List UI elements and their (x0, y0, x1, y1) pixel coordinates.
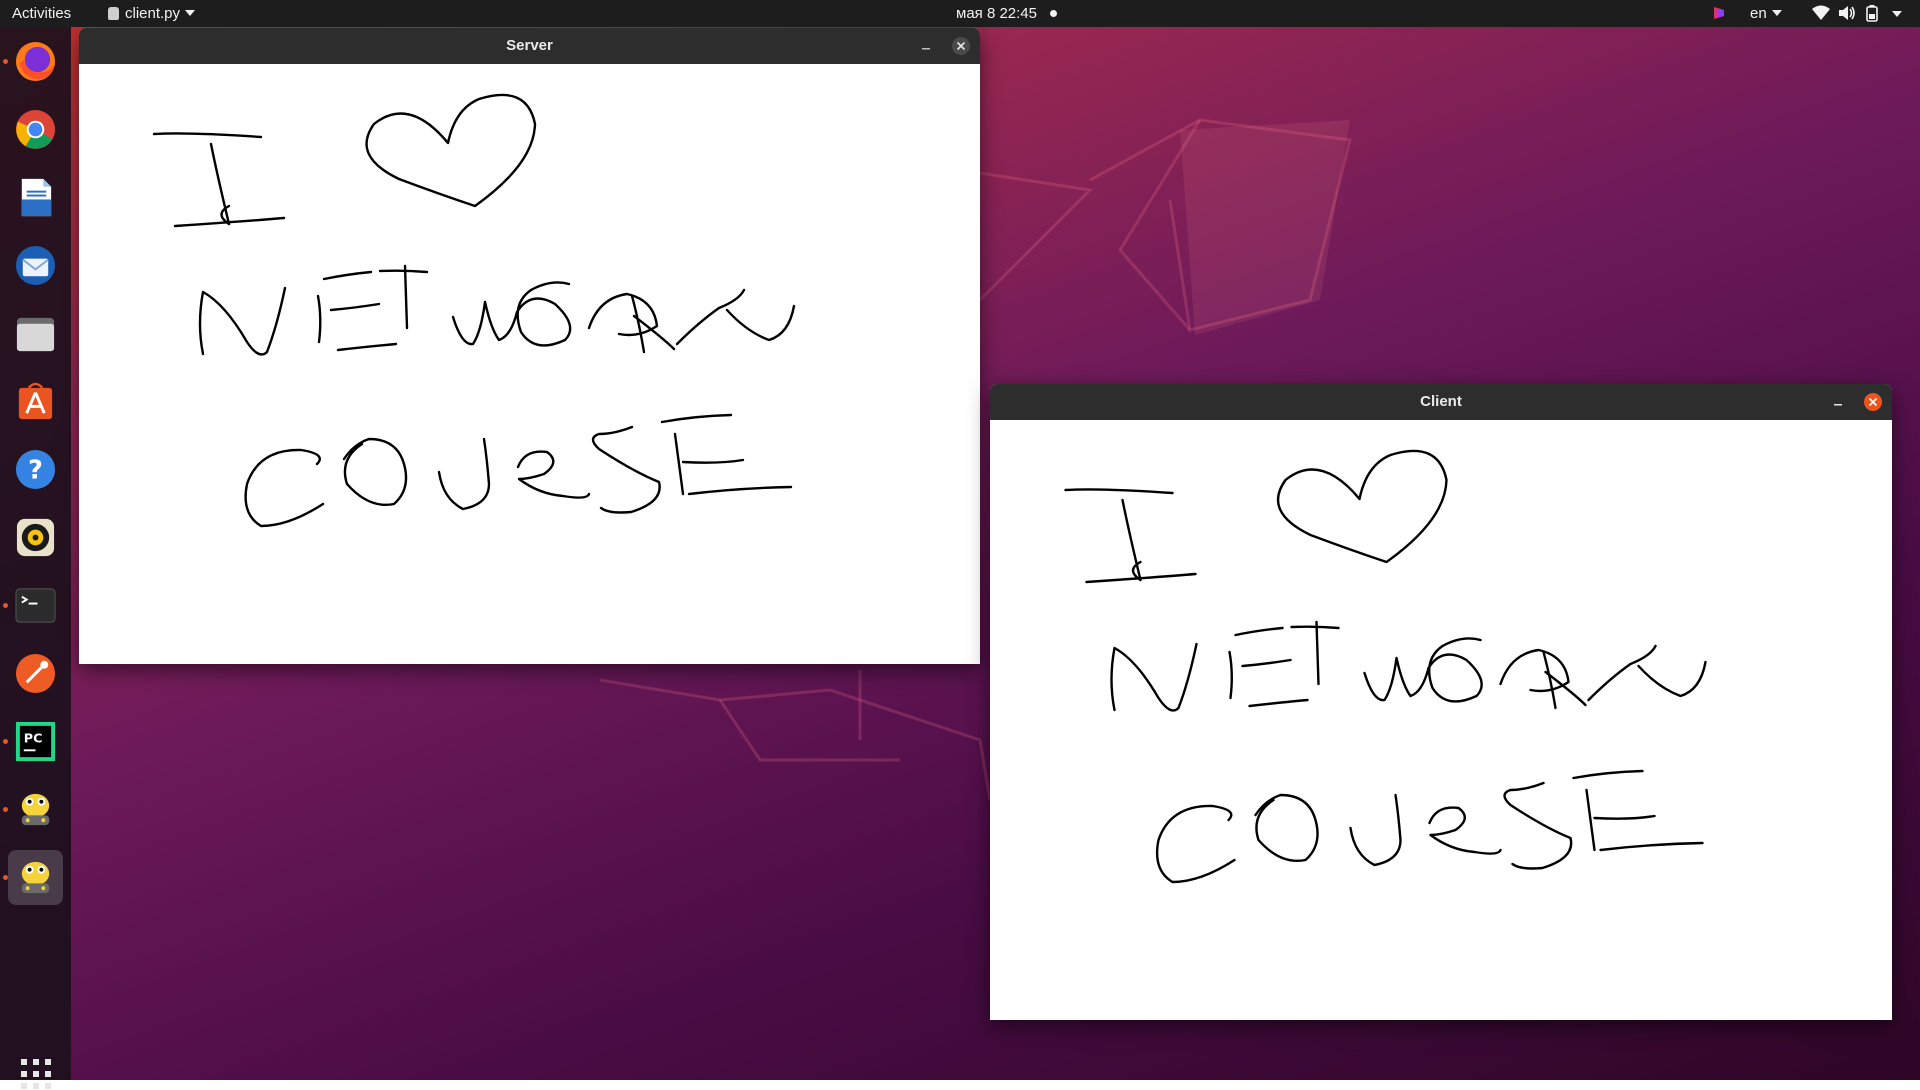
app-menu-icon (108, 7, 119, 20)
dock-item-pygame-active[interactable] (3, 850, 63, 905)
running-indicator (3, 807, 8, 812)
handwriting-drawing (152, 93, 796, 528)
dock-item-thunderbird[interactable] (8, 238, 63, 293)
dock-item-files[interactable] (8, 306, 63, 361)
server-titlebar[interactable]: Server (79, 28, 980, 65)
folder-icon (16, 317, 55, 352)
dock-item-firefox[interactable] (3, 34, 63, 89)
firefox-icon (15, 41, 56, 82)
activities-button[interactable]: Activities (12, 0, 71, 27)
dock-item-writer[interactable] (8, 170, 63, 225)
dock-item-rhythmbox[interactable] (8, 510, 63, 565)
terminal-icon (15, 588, 56, 623)
postman-icon (15, 653, 56, 694)
help-icon: ? (15, 449, 56, 490)
running-indicator (3, 59, 8, 64)
client-window[interactable]: Client (990, 384, 1892, 1020)
running-indicator (3, 603, 8, 608)
show-applications-grid-icon[interactable] (20, 1058, 52, 1090)
volume-icon (1839, 6, 1855, 20)
running-indicator (3, 739, 8, 744)
chrome-icon (15, 109, 56, 150)
dock-item-software[interactable] (8, 374, 63, 429)
rhythmbox-icon (16, 518, 55, 557)
ubuntu-software-icon (18, 382, 53, 420)
libreoffice-writer-icon (21, 178, 52, 217)
top-panel: Activities client.py мая 8 22:45 en (0, 0, 1920, 27)
dock-item-pygame[interactable] (3, 782, 63, 837)
svg-text:PC: PC (24, 730, 43, 745)
battery-icon (1866, 5, 1878, 22)
wifi-icon (1812, 5, 1830, 20)
dock-item-postman[interactable] (8, 646, 63, 701)
language-selector[interactable]: en (1750, 0, 1782, 27)
thunderbird-icon (15, 245, 56, 286)
language-label: en (1750, 5, 1767, 22)
server-drawing-canvas[interactable] (79, 64, 980, 664)
notification-dot-icon (1050, 10, 1057, 17)
app-menu-label: client.py (125, 5, 181, 22)
client-drawing-canvas[interactable] (990, 420, 1892, 1020)
handwriting-drawing (1064, 449, 1707, 884)
chevron-down-icon (1892, 11, 1902, 17)
dock-item-terminal[interactable] (3, 578, 63, 633)
window-title: Client (1420, 393, 1462, 410)
window-title: Server (506, 37, 553, 54)
svg-text:?: ? (28, 454, 43, 484)
dock-item-chrome[interactable] (8, 102, 63, 157)
running-indicator (3, 875, 8, 880)
app-menu[interactable]: client.py (108, 0, 196, 27)
server-window[interactable]: Server (79, 28, 980, 664)
minimize-icon[interactable] (917, 37, 935, 55)
pygame-snake-icon (21, 861, 50, 894)
chevron-down-icon (185, 10, 196, 16)
clock[interactable]: мая 8 22:45 (956, 0, 1037, 27)
dock-item-help[interactable]: ? (8, 442, 63, 497)
close-icon[interactable] (951, 36, 971, 56)
client-titlebar[interactable]: Client (990, 384, 1892, 421)
chevron-down-icon (1771, 10, 1782, 16)
minimize-icon[interactable] (1829, 393, 1847, 411)
dock: ? PC (0, 27, 71, 1089)
tray-app-icon[interactable] (1712, 6, 1726, 20)
close-icon[interactable] (1863, 392, 1883, 412)
pycharm-icon: PC (15, 721, 56, 762)
pygame-snake-icon (21, 793, 50, 826)
dock-item-pycharm[interactable]: PC (3, 714, 63, 769)
